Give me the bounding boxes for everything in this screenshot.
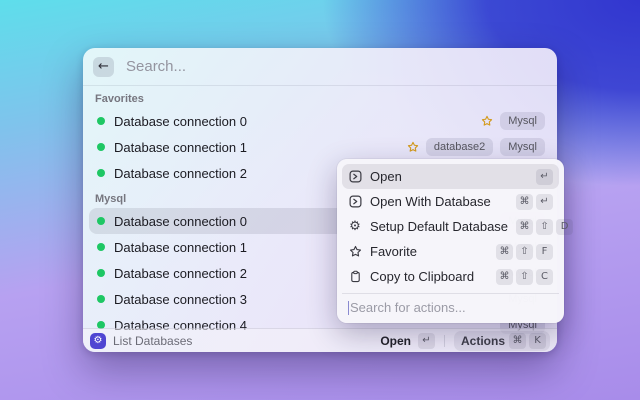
tag-database2: database2 — [426, 138, 493, 156]
key--: ⌘ — [496, 269, 513, 285]
actions-label: Actions — [461, 334, 505, 348]
menu-item-shortcut: ⌘⇧C — [496, 269, 553, 285]
menu-item-label: Copy to Clipboard — [370, 269, 488, 284]
primary-action-keys: ↵ — [418, 333, 435, 349]
action-search-input[interactable] — [350, 300, 553, 315]
row-accessories: database2 Mysql — [407, 138, 545, 156]
key-f: F — [536, 244, 553, 260]
menu-item-setup-default-database[interactable]: ⚙Setup Default Database⌘⇧D — [342, 214, 559, 239]
key--: ⌘ — [496, 244, 513, 260]
key--: ⌘ — [516, 219, 533, 235]
key-c: C — [536, 269, 553, 285]
action-menu: Open↵Open With Database⌘↵⚙Setup Default … — [337, 159, 564, 323]
extension-gear-icon: ⚙ — [90, 333, 106, 349]
action-menu-items: Open↵Open With Database⌘↵⚙Setup Default … — [342, 164, 559, 289]
key-d: D — [556, 219, 573, 235]
key--: ⇧ — [536, 219, 553, 235]
connection-title: Database connection 1 — [114, 140, 398, 155]
tag-mysql: Mysql — [500, 112, 545, 130]
menu-item-open[interactable]: Open ↵ — [342, 164, 559, 189]
key--: ⇧ — [516, 269, 533, 285]
status-dot-icon — [97, 243, 105, 251]
menu-item-shortcut: ↵ — [536, 169, 553, 185]
list-item[interactable]: Database connection 1 database2 Mysql — [89, 134, 551, 160]
tag-mysql: Mysql — [500, 138, 545, 156]
menu-item-open-with-database[interactable]: Open With Database ⌘↵ — [342, 189, 559, 214]
status-dot-icon — [97, 143, 105, 151]
key-k: K — [529, 333, 546, 349]
status-dot-icon — [97, 217, 105, 225]
favorite-star-icon — [481, 115, 493, 127]
menu-item-label: Favorite — [370, 244, 488, 259]
row-accessories: Mysql — [481, 112, 545, 130]
back-arrow-icon: ← — [98, 57, 109, 77]
status-dot-icon — [97, 269, 105, 277]
key--: ↵ — [536, 194, 553, 210]
menu-item-label: Open — [370, 169, 528, 184]
menu-item-shortcut: ⌘↵ — [516, 194, 553, 210]
menu-item-copy-to-clipboard[interactable]: Copy to Clipboard ⌘⇧C — [342, 264, 559, 289]
open-icon — [348, 170, 362, 184]
text-cursor — [348, 301, 349, 315]
open-icon — [348, 195, 362, 209]
key--: ⌘ — [509, 333, 526, 349]
search-header: ← — [83, 48, 557, 86]
connection-title: Database connection 0 — [114, 114, 472, 129]
gear-icon: ⚙ — [348, 220, 362, 234]
action-menu-search-row — [342, 293, 559, 318]
actions-button[interactable]: Actions ⌘K — [454, 331, 550, 351]
menu-item-shortcut: ⌘⇧D — [516, 219, 573, 235]
actions-keys: ⌘K — [509, 333, 546, 349]
statusbar-divider — [444, 335, 445, 347]
favorite-star-icon — [407, 141, 419, 153]
star-icon — [348, 245, 362, 259]
menu-item-label: Setup Default Database — [370, 219, 508, 234]
key--: ⌘ — [516, 194, 533, 210]
menu-item-label: Open With Database — [370, 194, 508, 209]
desktop-background: ← FavoritesDatabase connection 0MysqlDat… — [0, 0, 640, 400]
search-input[interactable] — [124, 57, 547, 76]
status-bar: ⚙ List Databases Open ↵ Actions ⌘K — [83, 328, 557, 352]
menu-item-shortcut: ⌘⇧F — [496, 244, 553, 260]
key--: ↵ — [418, 333, 435, 349]
clipboard-icon — [348, 270, 362, 284]
key--: ⇧ — [516, 244, 533, 260]
back-button[interactable]: ← — [93, 57, 114, 77]
status-dot-icon — [97, 117, 105, 125]
status-dot-icon — [97, 169, 105, 177]
menu-item-favorite[interactable]: Favorite ⌘⇧F — [342, 239, 559, 264]
key--: ↵ — [536, 169, 553, 185]
list-item[interactable]: Database connection 0 Mysql — [89, 108, 551, 134]
launcher-window: ← FavoritesDatabase connection 0MysqlDat… — [83, 48, 557, 352]
primary-action-label: Open — [380, 334, 411, 348]
extension-name: List Databases — [113, 334, 373, 348]
status-dot-icon — [97, 295, 105, 303]
section-header-favorites: Favorites — [89, 86, 551, 108]
